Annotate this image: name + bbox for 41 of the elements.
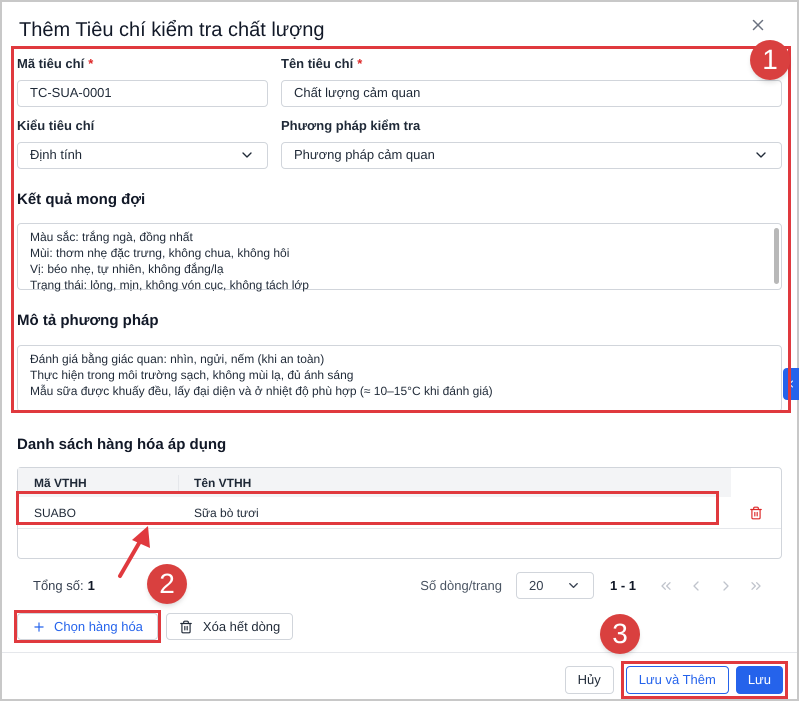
page-range: 1 - 1 — [610, 576, 636, 595]
required-mark: * — [357, 54, 362, 73]
choose-goods-button[interactable]: Chọn hàng hóa — [17, 613, 158, 640]
section-heading: Kết quả mong đợi — [17, 190, 146, 210]
table-cell: SUABO — [34, 506, 76, 520]
field-label: Kiểu tiêu chí — [17, 116, 94, 135]
total-label: Tổng số: — [33, 576, 84, 595]
text-line: Trạng thái: lỏng, mịn, không vón cục, không tách lớp — [30, 277, 310, 293]
page-size-select[interactable]: 20 — [516, 572, 594, 599]
save-and-add-button[interactable]: Lưu và Thêm — [626, 666, 729, 694]
section-heading: Danh sách hàng hóa áp dụng — [17, 434, 228, 454]
clear-rows-button[interactable]: Xóa hết dòng — [166, 613, 294, 640]
required-mark: * — [88, 54, 94, 73]
plus-icon — [32, 620, 46, 634]
select-field[interactable]: Phương pháp cảm quan — [281, 142, 782, 168]
text-line: Màu sắc: trắng ngà, đồng nhất — [30, 229, 194, 245]
text-line: Vị: béo nhẹ, tự nhiên, không đắng/lạ — [30, 261, 225, 277]
text-area[interactable]: Màu sắc: trắng ngà, đồng nhất Mùi: thơm nhẹ đặc trưng, không chua, không hôi Vị: béo nhẹ, tự nhiên, không đắng/lạ Trạng thái: lỏng, mịn, không vón cục, không tách lớp — [17, 223, 782, 290]
dialog-title: Thêm Tiêu chí kiểm tra chất lượng — [19, 18, 325, 43]
cancel-button[interactable]: Hủy — [564, 666, 614, 694]
page-size-label: Số dòng/trang — [420, 576, 502, 595]
text-field[interactable]: Chất lượng cảm quan — [281, 80, 782, 106]
delete-icon[interactable] — [749, 506, 763, 520]
column-header: Tên VTHH — [194, 476, 252, 490]
text-line: Mẫu sữa được khuấy đều, lấy đại diện và ở nhiệt độ phù hợp (≈ 10–15°C khi đánh giá) — [30, 382, 494, 398]
save-button[interactable]: Lưu — [736, 666, 783, 694]
text-line: Thực hiện trong môi trường sạch, không mùi lạ, đủ ánh sáng — [30, 366, 354, 382]
column-header: Mã VTHH — [34, 474, 87, 492]
scrollbar-thumb — [774, 228, 779, 284]
trash-icon — [178, 620, 193, 634]
select-field[interactable]: Định tính — [17, 142, 268, 168]
table-cell: Sữa bò tươi — [194, 506, 259, 520]
text-area[interactable]: Đánh giá bằng giác quan: nhìn, ngửi, nếm (khi an toàn) Thực hiện trong môi trường sạch, không mùi lạ, đủ ánh sáng Mẫu sữa được khuấy đều, lấy đại diện và ở nhiệt độ phù hợp (≈ 10–15°C khi đánh giá) — [17, 344, 782, 412]
field-label: Mã tiêu chí — [17, 54, 84, 73]
section-heading: Mô tả phương pháp — [17, 311, 160, 331]
field-label: Tên tiêu chí — [281, 54, 354, 73]
field-label: Phương pháp kiểm tra — [281, 116, 420, 135]
text-line: Đánh giá bằng giác quan: nhìn, ngửi, nếm (khi an toàn) — [30, 350, 326, 366]
text-field[interactable]: TC-SUA-0001 — [17, 80, 268, 106]
text-line: Mùi: thơm nhẹ đặc trưng, không chua, không hôi — [30, 245, 290, 261]
total-count: 1 — [88, 576, 95, 595]
